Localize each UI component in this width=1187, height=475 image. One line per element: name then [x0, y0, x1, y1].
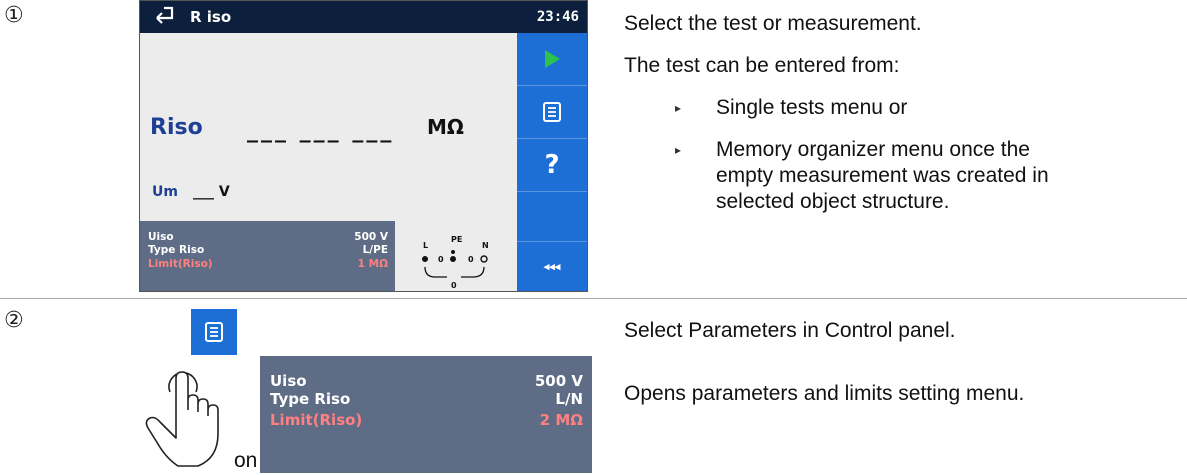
terminal-pe-label: PE — [451, 235, 462, 244]
param-name: Limit(Riso) — [148, 258, 213, 270]
more-options-button[interactable]: ◂◂◂ — [517, 242, 587, 291]
param-name: Limit(Riso) — [270, 411, 363, 429]
zero-label: 0 — [438, 255, 444, 264]
step-1-number: ① — [4, 3, 24, 28]
zero-label: 0 — [451, 281, 457, 290]
step2-heading: Select Parameters in Control panel. — [624, 319, 956, 342]
param-value: 500 V — [354, 231, 388, 243]
param-name: Uiso — [148, 231, 174, 243]
bullet-icon: ▸ — [675, 143, 682, 157]
parameters-panel-sample[interactable]: Uiso 500 V Type Riso L/N Limit(Riso) 2 M… — [260, 356, 592, 473]
parameters-button-sample[interactable] — [191, 309, 237, 355]
param-value: L/PE — [362, 244, 388, 256]
title-bar: R iso 23:46 — [140, 1, 587, 33]
param-value: 1 MΩ — [357, 258, 388, 270]
back-icon[interactable] — [152, 4, 178, 32]
param-row-limit: Limit(Riso) 2 MΩ — [270, 411, 583, 429]
step1-entry-intro: The test can be entered from: — [624, 54, 900, 77]
um-value: ___ V — [193, 184, 230, 200]
parameters-button[interactable] — [517, 86, 587, 138]
terminal-n-label: N — [482, 241, 489, 250]
terminal-n-dot — [480, 255, 488, 263]
zero-label: 0 — [468, 255, 474, 264]
param-row-type: Type Riso L/PE — [148, 244, 388, 256]
terminal-l-dot — [422, 256, 428, 262]
terminal-diagram: L PE N 0 0 0 — [395, 221, 517, 291]
param-value: 2 MΩ — [539, 411, 583, 429]
instrument-screen: R iso 23:46 ? ◂◂◂ Riso ___ ___ ___ MΩ Um… — [139, 0, 588, 292]
riso-label: Riso — [150, 115, 203, 140]
step1-bullet-2-line-3: selected object structure. — [716, 190, 950, 213]
step1-bullet-2-line-1: Memory organizer menu once the — [716, 138, 1030, 161]
bullet-icon: ▸ — [675, 101, 682, 115]
param-value: 500 V — [534, 372, 583, 390]
control-sidebar: ? ◂◂◂ — [517, 33, 587, 291]
step2-description: Opens parameters and limits setting menu… — [624, 382, 1025, 405]
param-row-uiso: Uiso 500 V — [148, 231, 388, 243]
riso-unit: MΩ — [427, 115, 464, 139]
clock: 23:46 — [536, 9, 579, 25]
screen-title: R iso — [190, 8, 232, 26]
param-row-type: Type Riso L/N — [270, 390, 583, 408]
param-name: Uiso — [270, 372, 307, 390]
riso-value: ___ ___ ___ — [247, 118, 395, 143]
um-label: Um — [152, 184, 178, 200]
step-2-number: ② — [4, 308, 24, 333]
start-test-button[interactable] — [517, 33, 587, 85]
param-name: Type Riso — [148, 244, 205, 256]
terminal-pe-dot — [450, 256, 456, 262]
param-name: Type Riso — [270, 390, 351, 408]
step1-bullet-1: Single tests menu or — [716, 96, 908, 119]
terminal-pe-dot-top — [451, 250, 455, 254]
terminal-l-label: L — [423, 241, 428, 250]
help-icon[interactable]: ? — [517, 139, 587, 191]
on-label: on — [234, 449, 258, 472]
param-row-uiso: Uiso 500 V — [270, 372, 583, 390]
parameters-list-icon — [205, 322, 223, 342]
param-row-limit: Limit(Riso) 1 MΩ — [148, 258, 388, 270]
param-value: L/N — [555, 390, 583, 408]
play-icon — [545, 50, 560, 68]
step1-heading: Select the test or measurement. — [624, 12, 922, 35]
step-divider — [0, 298, 1187, 299]
parameters-panel[interactable]: Uiso 500 V Type Riso L/PE Limit(Riso) 1 … — [140, 221, 395, 291]
step1-bullet-2-line-2: empty measurement was created in — [716, 164, 1049, 187]
tap-gesture-icon — [140, 366, 240, 475]
parameters-list-icon — [543, 102, 561, 122]
